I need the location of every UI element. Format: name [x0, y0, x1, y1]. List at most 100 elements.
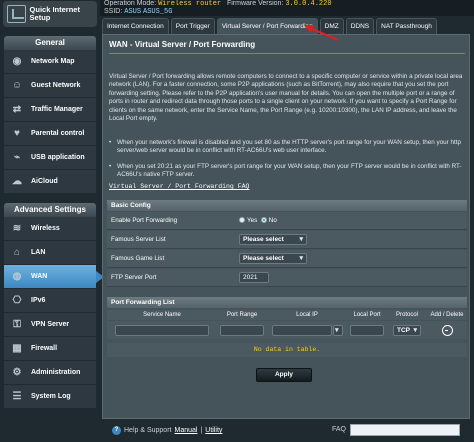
general-section-title: General [4, 36, 96, 50]
general-item-network-map[interactable]: ◉ Network Map [4, 50, 96, 74]
column-header-port-range: Port Range [226, 312, 258, 318]
column-header-protocol: Protocol [395, 312, 418, 318]
famous-server-label: Famous Server List [111, 236, 166, 243]
tab-port-trigger[interactable]: Port Trigger [170, 18, 215, 34]
add-rule-button[interactable] [441, 324, 453, 336]
faq-search-input[interactable] [350, 424, 460, 436]
advanced-item-firewall[interactable]: ▦ Firewall [4, 337, 96, 361]
annotation-arrow [304, 25, 339, 42]
arrow-head [304, 25, 314, 33]
radio-yes[interactable] [239, 217, 245, 224]
tab-bar: Internet Connection Port Trigger Virtual S… [102, 18, 437, 34]
famous-game-select[interactable]: Please select [239, 253, 307, 264]
guest-network-icon: ☺ [11, 79, 23, 91]
quick-setup-label: Quick Internet Setup [29, 5, 80, 22]
cloud-icon: ☁ [12, 175, 22, 187]
help-support: ? Help & Support Manual | Utility [112, 426, 222, 435]
enable-yes-option[interactable]: Yes [239, 217, 257, 224]
system-log-icon: ☰ [12, 390, 22, 402]
ssid-2g: ASUS [124, 8, 142, 16]
famous-server-select[interactable]: Please select [239, 234, 307, 245]
famous-server-row: Famous Server List Please select [107, 231, 467, 249]
column-header-local-ip: Local IP [296, 312, 318, 318]
empty-table-message: No data in table. [107, 343, 467, 357]
fw-value[interactable]: 3.0.0.4.220 [285, 0, 331, 8]
general-item-parental-control[interactable]: ♥ Parental control [4, 122, 96, 146]
help-icon: ? [112, 426, 121, 435]
port-range-input[interactable] [220, 324, 264, 336]
port-forwarding-list-header: Port Forwarding List [107, 297, 467, 308]
no-label: No [268, 217, 277, 224]
sidebar: Quick Internet Setup General ◉ Network Ma… [0, 0, 104, 442]
faq-link[interactable]: Virtual Server / Port Forwarding FAQ [109, 183, 249, 190]
general-item-traffic-manager[interactable]: ⇄ Traffic Manager [4, 98, 96, 122]
general-item-guest-network[interactable]: ☺ Guest Network [4, 74, 96, 98]
top-status-bar: Operation Mode: Wireless router Firmware… [100, 0, 474, 16]
port-forwarding-columns: Service Name Port Range Local IP Local Port… [107, 310, 467, 320]
radio-no[interactable] [260, 217, 267, 224]
sidebar-item-label: LAN [31, 249, 46, 256]
help-support-label: Help & Support [124, 427, 172, 434]
title-divider [109, 53, 465, 54]
note-ftp-conflict: When you set 20:21 as your FTP server's … [109, 163, 467, 180]
sidebar-item-label: USB application [31, 154, 85, 161]
local-port-input[interactable] [350, 324, 384, 336]
ssid-label: SSID: [104, 8, 123, 15]
advanced-item-administration[interactable]: ⚙ Administration [4, 361, 96, 385]
advanced-item-vpn-server[interactable]: ⚿ VPN Server [4, 313, 96, 337]
famous-game-label: Famous Game List [111, 255, 165, 262]
protocol-select[interactable]: TCP [393, 324, 421, 336]
general-item-usb-application[interactable]: ⌁ USB application [4, 146, 96, 170]
wireless-icon: ≋ [12, 222, 22, 234]
famous-game-row: Famous Game List Please select [107, 250, 467, 268]
ftp-server-port-row: FTP Server Port 2021 [107, 269, 467, 287]
arrow-shaft [309, 26, 339, 42]
quick-internet-setup-button[interactable]: Quick Internet Setup [3, 1, 97, 27]
ftp-server-port-input[interactable]: 2021 [239, 272, 269, 283]
op-mode-label: Operation Mode: [104, 0, 157, 7]
tab-nat-passthrough[interactable]: NAT Passthrough [376, 18, 437, 34]
network-map-icon: ◉ [12, 55, 22, 67]
enable-no-option[interactable]: No [260, 217, 277, 224]
parental-control-icon: ♥ [14, 127, 20, 139]
admin-icon: ⚙ [12, 366, 22, 378]
advanced-item-wan[interactable]: ◍ WAN [4, 265, 104, 289]
port-forwarding-input-row: TCP [107, 321, 467, 339]
footer-separator: | [200, 427, 203, 434]
ssid-5g: ASUS_5G [143, 8, 173, 16]
apply-button[interactable]: Apply [256, 368, 312, 382]
local-ip-dropdown[interactable] [332, 324, 343, 336]
service-name-input[interactable] [115, 324, 209, 336]
sidebar-item-label: VPN Server [31, 321, 70, 328]
column-header-add-delete: Add / Delete [430, 312, 464, 318]
column-header-local-port: Local Port [353, 312, 381, 318]
sidebar-item-label: IPv6 [31, 297, 46, 304]
ftp-server-port-label: FTP Server Port [111, 274, 157, 281]
advanced-item-lan[interactable]: ⌂ LAN [4, 241, 96, 265]
firewall-icon: ▦ [12, 342, 22, 354]
ipv6-icon: ⎔ [12, 294, 22, 306]
advanced-menu: ≋ Wireless ⌂ LAN ◍ WAN ⎔ IPv6 ⚿ VPN Server ▦ Firewa… [4, 217, 104, 409]
quick-setup-icon [7, 5, 26, 23]
advanced-item-wireless[interactable]: ≋ Wireless [4, 217, 96, 241]
advanced-item-ipv6[interactable]: ⎔ IPv6 [4, 289, 96, 313]
tab-internet-connection[interactable]: Internet Connection [102, 18, 169, 34]
note-http-conflict: When your network's firewall is disabled… [109, 139, 467, 156]
enable-port-forwarding-row: Enable Port Forwarding Yes No [107, 212, 467, 230]
sidebar-item-label: WAN [31, 273, 48, 280]
yes-label: Yes [247, 217, 258, 224]
op-mode-value[interactable]: Wireless router [158, 0, 221, 8]
general-menu: ◉ Network Map ☺ Guest Network ⇄ Traffic Manag… [4, 50, 96, 194]
enable-port-forwarding-label: Enable Port Forwarding [111, 217, 178, 224]
fw-label: Firmware Version: [226, 0, 284, 7]
tab-ddns[interactable]: DDNS [345, 18, 375, 34]
manual-link[interactable]: Manual [174, 427, 197, 434]
utility-link[interactable]: Utility [205, 427, 222, 434]
ssid-row: SSID: ASUS ASUS_5G [104, 8, 172, 16]
usb-icon: ⌁ [13, 151, 21, 163]
faq-label: FAQ [332, 426, 347, 433]
local-ip-input[interactable] [271, 324, 332, 336]
general-item-aicloud[interactable]: ☁ AiCloud [4, 170, 96, 194]
page-description: Virtual Server / Port forwarding allows … [109, 73, 463, 123]
advanced-item-system-log[interactable]: ☰ System Log [4, 385, 96, 409]
